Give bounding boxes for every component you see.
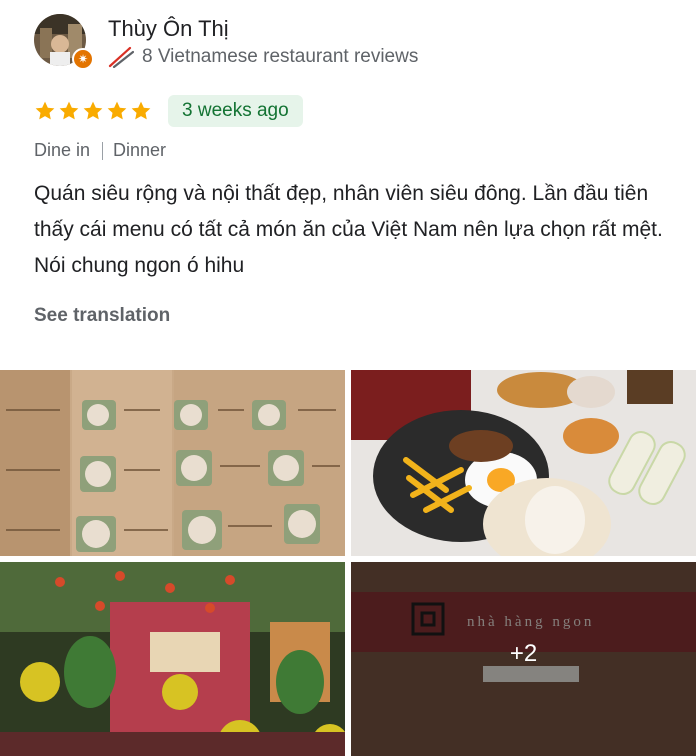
meal-type: Dinner xyxy=(113,140,167,160)
food-plate-photo-icon xyxy=(351,370,696,556)
time-ago-badge: 3 weeks ago xyxy=(168,95,303,127)
rating-row: 3 weeks ago xyxy=(34,95,303,127)
service-type: Dine in xyxy=(34,140,91,160)
reviewer-avatar[interactable]: ✷ xyxy=(34,14,94,70)
review-photo-food[interactable] xyxy=(351,370,696,556)
star-icon xyxy=(131,101,151,120)
reviewer-meta: 8 Vietnamese restaurant reviews xyxy=(108,46,418,68)
dining-info: Dine in Dinner xyxy=(34,140,166,161)
star-icon xyxy=(59,101,79,120)
star-icon xyxy=(35,101,55,120)
review-photo-menu[interactable] xyxy=(0,370,345,556)
see-translation-link[interactable]: See translation xyxy=(34,305,170,327)
more-photos-count: +2 xyxy=(509,640,538,667)
review-text: Quán siêu rộng và nội thất đẹp, nhân viê… xyxy=(34,182,663,277)
star-icon xyxy=(107,101,127,120)
divider xyxy=(102,141,104,160)
restaurant-interior-photo-icon xyxy=(0,562,345,756)
star-rating xyxy=(34,100,152,122)
menu-photo-icon xyxy=(0,370,345,556)
review-header: ✷ Thùy Ôn Thị 8 Vietnamese restaurant re… xyxy=(34,14,674,74)
more-photos-overlay[interactable]: +2 xyxy=(351,562,696,756)
review-photo-interior[interactable] xyxy=(0,562,345,756)
star-icon xyxy=(83,101,103,120)
review-count: 8 Vietnamese restaurant reviews xyxy=(142,46,419,67)
review-photo-sign[interactable]: nhà hàng ngon +2 xyxy=(351,562,696,756)
local-guide-star-icon: ✷ xyxy=(72,48,94,70)
reviewer-name[interactable]: Thùy Ôn Thị xyxy=(108,16,229,42)
chopsticks-icon xyxy=(108,46,134,68)
